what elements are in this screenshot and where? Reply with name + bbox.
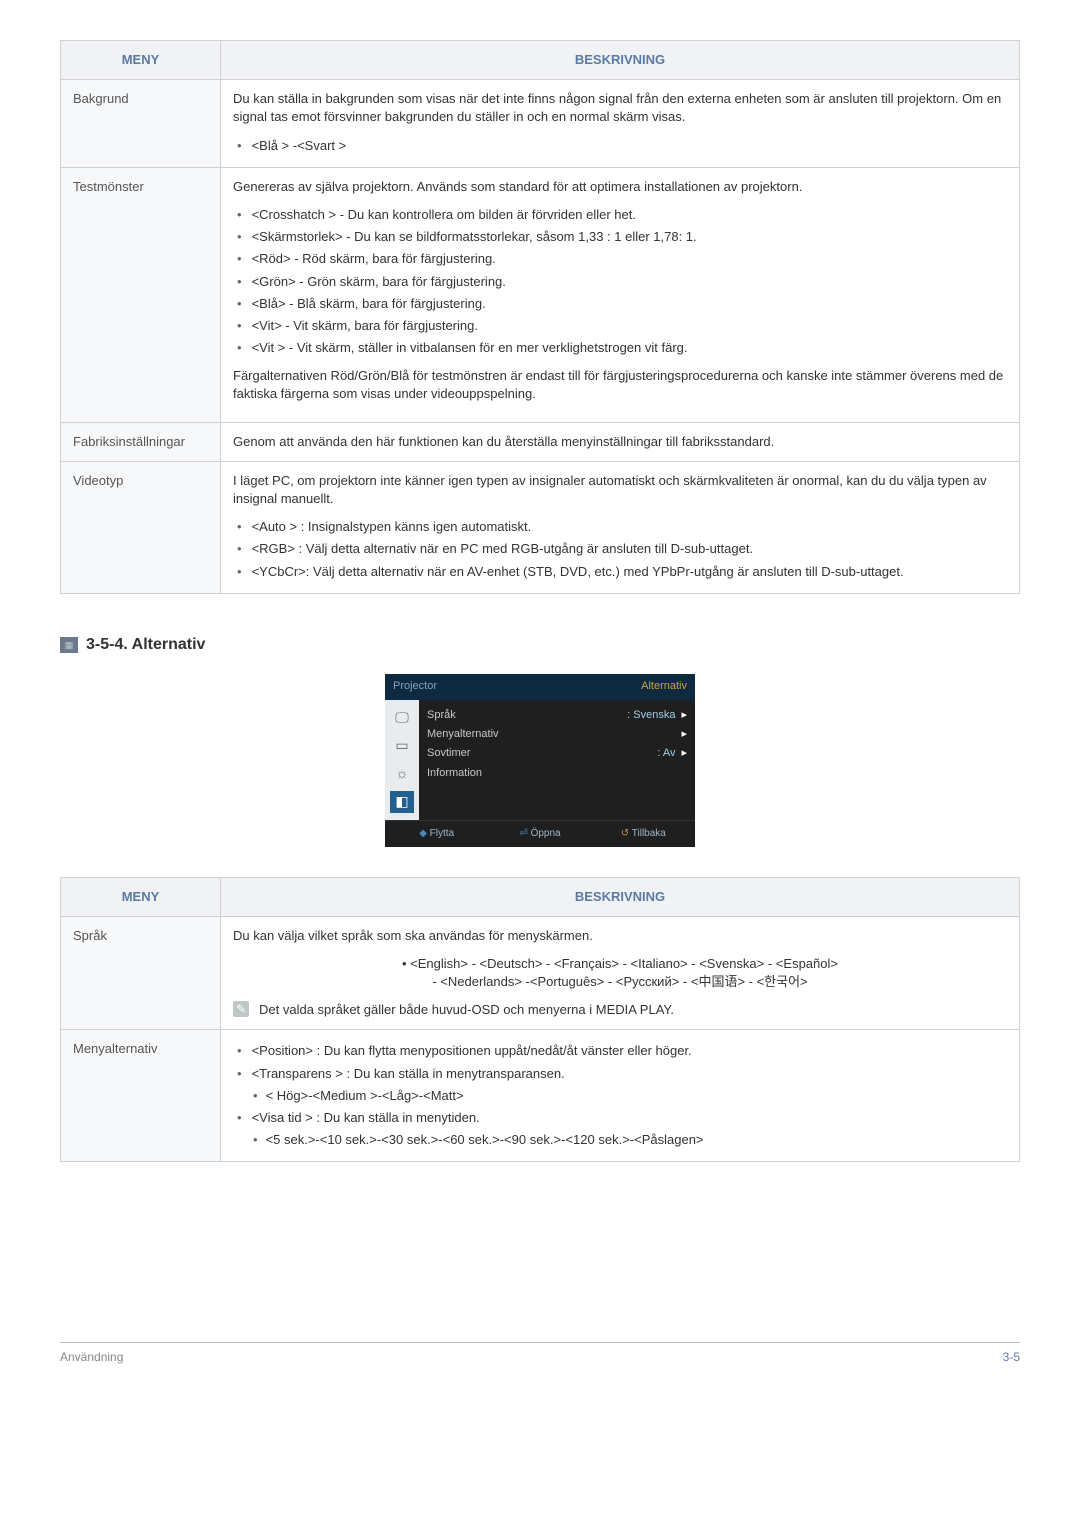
list-item: <Grön> - Grön skärm, bara för färgjuster… <box>233 271 1007 293</box>
table-row: Videotyp I läget PC, om projektorn inte … <box>61 461 1020 593</box>
desc-videotyp: I läget PC, om projektorn inte känner ig… <box>221 461 1020 593</box>
list-item: <Visa tid > : Du kan ställa in menytiden… <box>233 1107 1007 1129</box>
osd-panel: Projector Alternativ 🖵 ▭ ☼ ◧ Språk : Sve… <box>385 674 695 846</box>
list-item: <Transparens > : Du kan ställa in menytr… <box>233 1063 1007 1085</box>
desc-fabrik: Genom att använda den här funktionen kan… <box>221 422 1020 461</box>
table-row: Menyalternativ <Position> : Du kan flytt… <box>61 1030 1020 1162</box>
osd-value: : Svenska <box>627 709 675 721</box>
footer-section: Användning <box>60 1349 123 1366</box>
page-footer: Användning 3-5 <box>60 1342 1020 1366</box>
osd-screenshot: Projector Alternativ 🖵 ▭ ☼ ◧ Språk : Sve… <box>60 674 1020 846</box>
osd-row: Information <box>427 764 687 783</box>
testmonster-desc: Genereras av själva projektorn. Används … <box>233 178 1007 196</box>
settings-table-1: MENY BESKRIVNING Bakgrund Du kan ställa … <box>60 40 1020 594</box>
menyalt-sub: < Hög>-<Medium >-<Låg>-<Matt> <box>233 1085 1007 1107</box>
list-item: <Skärmstorlek> - Du kan se bildformatsst… <box>233 226 1007 248</box>
section-icon: ▦ <box>60 637 78 653</box>
list-item: <5 sek.>-<10 sek.>-<30 sek.>-<60 sek.>-<… <box>233 1129 1007 1151</box>
col-menu: MENY <box>61 41 221 80</box>
list-item: <Blå > -<Svart > <box>233 135 1007 157</box>
table-row: Bakgrund Du kan ställa in bakgrunden som… <box>61 80 1020 168</box>
list-item: <Röd> - Röd skärm, bara för färgjusterin… <box>233 248 1007 270</box>
desc-testmonster: Genereras av själva projektorn. Används … <box>221 167 1020 422</box>
videotyp-desc: I läget PC, om projektorn inte känner ig… <box>233 472 1007 508</box>
osd-header: Projector Alternativ <box>385 674 695 699</box>
list-item: <RGB> : Välj detta alternativ när en PC … <box>233 538 1007 560</box>
sprak-note: Det valda språket gäller både huvud-OSD … <box>259 1001 674 1019</box>
bakgrund-options: <Blå > -<Svart > <box>233 135 1007 157</box>
list-item: <Crosshatch > - Du kan kontrollera om bi… <box>233 204 1007 226</box>
arrow-right-icon: ▸ <box>681 747 687 759</box>
osd-label: Sovtimer <box>427 746 470 761</box>
osd-foot-open: ⏎ Öppna <box>488 821 591 847</box>
list-item: <Vit> - Vit skärm, bara för färgjusterin… <box>233 315 1007 337</box>
menyalt-sub2: <5 sek.>-<10 sek.>-<30 sek.>-<60 sek.>-<… <box>233 1129 1007 1151</box>
osd-value: : Av <box>657 747 675 759</box>
display-icon: ▭ <box>390 735 414 757</box>
osd-foot-back: ↺ Tillbaka <box>592 821 695 847</box>
language-list: • <English> - <Deutsch> - <Français> - <… <box>233 955 1007 991</box>
list-item: <YCbCr>: Välj detta alternativ när en AV… <box>233 561 1007 583</box>
arrow-right-icon: ▸ <box>681 727 687 742</box>
osd-foot-move: ◆ Flytta <box>385 821 488 847</box>
osd-icon-column: 🖵 ▭ ☼ ◧ <box>385 700 419 820</box>
table-row: Fabriksinställningar Genom att använda d… <box>61 422 1020 461</box>
list-item: <Position> : Du kan flytta menypositione… <box>233 1040 1007 1062</box>
page-number: 3-5 <box>1003 1349 1020 1366</box>
menu-menyalt: Menyalternativ <box>61 1030 221 1162</box>
osd-header-right: Alternativ <box>641 679 687 694</box>
osd-row: Sovtimer : Av ▸ <box>427 744 687 763</box>
desc-sprak: Du kan välja vilket språk som ska använd… <box>221 916 1020 1030</box>
osd-list: Språk : Svenska ▸ Menyalternativ ▸ Sovtim… <box>419 700 695 820</box>
list-item: <Blå> - Blå skärm, bara för färgjusterin… <box>233 293 1007 315</box>
sprak-desc: Du kan välja vilket språk som ska använd… <box>233 927 1007 945</box>
note-row: ✎ Det valda språket gäller både huvud-OS… <box>233 1001 1007 1019</box>
menu-testmonster: Testmönster <box>61 167 221 422</box>
videotyp-options: <Auto > : Insignalstypen känns igen auto… <box>233 516 1007 583</box>
menyalt-options2: <Visa tid > : Du kan ställa in menytiden… <box>233 1107 1007 1129</box>
menu-bakgrund: Bakgrund <box>61 80 221 168</box>
col-desc: BESKRIVNING <box>221 877 1020 916</box>
desc-bakgrund: Du kan ställa in bakgrunden som visas nä… <box>221 80 1020 168</box>
col-menu: MENY <box>61 877 221 916</box>
table-row: Testmönster Genereras av själva projekto… <box>61 167 1020 422</box>
menu-sprak: Språk <box>61 916 221 1030</box>
osd-label: Menyalternativ <box>427 727 499 742</box>
osd-row: Menyalternativ ▸ <box>427 725 687 744</box>
testmonster-options: <Crosshatch > - Du kan kontrollera om bi… <box>233 204 1007 359</box>
section-heading: ▦ 3-5-4. Alternativ <box>60 634 1020 656</box>
options-icon: ◧ <box>390 791 414 813</box>
menu-fabrik: Fabriksinställningar <box>61 422 221 461</box>
note-icon: ✎ <box>233 1001 249 1017</box>
osd-footer: ◆ Flytta ⏎ Öppna ↺ Tillbaka <box>385 820 695 847</box>
settings-icon: ☼ <box>390 763 414 785</box>
table-row: Språk Du kan välja vilket språk som ska … <box>61 916 1020 1030</box>
list-item: <Vit > - Vit skärm, ställer in vitbalans… <box>233 337 1007 359</box>
menyalt-options: <Position> : Du kan flytta menypositione… <box>233 1040 1007 1084</box>
osd-body: 🖵 ▭ ☼ ◧ Språk : Svenska ▸ Menyalternativ … <box>385 700 695 820</box>
picture-icon: 🖵 <box>390 707 414 729</box>
col-desc: BESKRIVNING <box>221 41 1020 80</box>
arrow-right-icon: ▸ <box>681 709 687 721</box>
osd-label: Språk <box>427 708 456 723</box>
list-item: < Hög>-<Medium >-<Låg>-<Matt> <box>233 1085 1007 1107</box>
menu-videotyp: Videotyp <box>61 461 221 593</box>
osd-label: Information <box>427 766 482 781</box>
testmonster-foot: Färgalternativen Röd/Grön/Blå för testmö… <box>233 367 1007 403</box>
settings-table-2: MENY BESKRIVNING Språk Du kan välja vilk… <box>60 877 1020 1163</box>
section-title: 3-5-4. Alternativ <box>86 634 205 656</box>
osd-row: Språk : Svenska ▸ <box>427 706 687 725</box>
bakgrund-desc: Du kan ställa in bakgrunden som visas nä… <box>233 90 1007 126</box>
list-item: <Auto > : Insignalstypen känns igen auto… <box>233 516 1007 538</box>
desc-menyalt: <Position> : Du kan flytta menypositione… <box>221 1030 1020 1162</box>
osd-header-left: Projector <box>393 679 437 694</box>
